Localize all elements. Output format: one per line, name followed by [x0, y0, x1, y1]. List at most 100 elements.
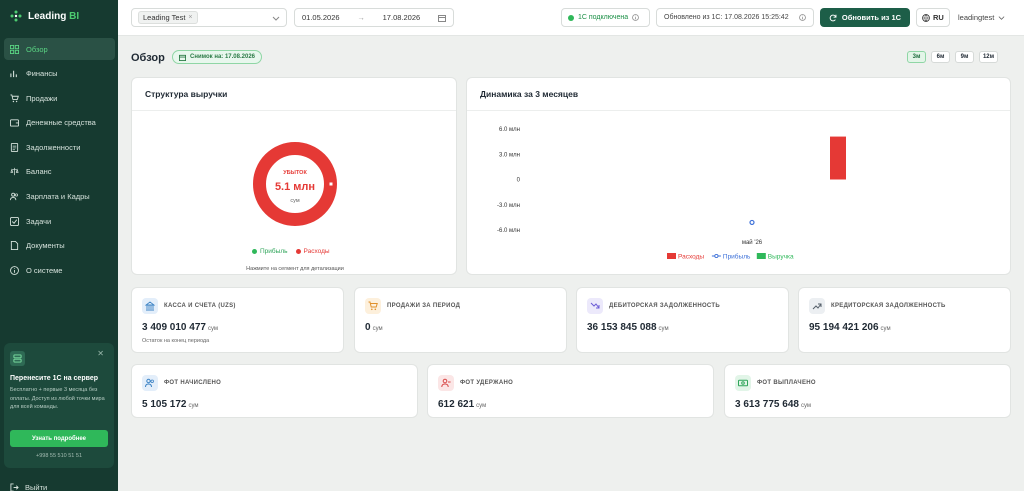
server-icon: [10, 351, 25, 366]
kpi-card-payroll-withheld[interactable]: ФОТ УДЕРЖАНО 612 621 сум: [427, 364, 714, 418]
topbar: Leading Test × 01.05.2026 → 17.08.2026 1…: [118, 0, 1024, 36]
sidebar-nav: Обзор Финансы Продажи Денежные средства …: [4, 38, 115, 284]
y-tick-label: 3.0 млн: [499, 152, 520, 158]
period-6m-button[interactable]: 6м: [931, 51, 950, 63]
promo-phone[interactable]: +998 55 510 51 51: [4, 453, 114, 459]
remove-icon[interactable]: ×: [188, 14, 192, 21]
sidebar: Leading BI Обзор Финансы Продажи Денежны…: [0, 0, 118, 491]
point-прибыль[interactable]: [749, 219, 755, 226]
y-tick-label: 0: [517, 178, 521, 184]
arrow-right-icon: →: [357, 13, 365, 22]
sidebar-item-tasks[interactable]: Задачи: [4, 210, 115, 232]
legend-swatch: [667, 253, 676, 259]
refresh-label: Обновить из 1С: [841, 13, 902, 22]
kpi-value: 612 621 сум: [438, 399, 487, 410]
sidebar-item-cash[interactable]: Денежные средства: [4, 112, 115, 134]
promo-text: Бесплатно + первые 3 месяца без оплаты. …: [10, 387, 105, 410]
legend-label[interactable]: Прибыль: [723, 253, 751, 261]
info-icon: [10, 265, 19, 275]
user-minus-icon: [438, 375, 454, 391]
date-to[interactable]: 17.08.2026: [383, 13, 421, 22]
kpi-subtitle: Остаток на конец периода: [142, 338, 210, 344]
x-tick-label: май '26: [742, 239, 763, 246]
kpi-card-receivables[interactable]: ДЕБИТОРСКАЯ ЗАДОЛЖЕННОСТЬ 36 153 845 088…: [576, 287, 789, 353]
language-switch[interactable]: RU: [916, 8, 950, 27]
scale-icon: [10, 168, 19, 176]
sidebar-item-label: Задолженности: [26, 142, 81, 152]
kpi-value: 3 613 775 648 сум: [735, 399, 812, 410]
kpi-title: ФОТ УДЕРЖАНО: [460, 380, 514, 386]
y-tick-label: -3.0 млн: [497, 203, 520, 209]
kpi-value: 5 105 172 сум: [142, 399, 199, 410]
page-title: Обзор: [131, 52, 165, 64]
close-icon[interactable]: ✕: [97, 349, 104, 358]
y-tick-label: 6.0 млн: [499, 127, 520, 133]
brand-name: Leading BI: [28, 10, 80, 22]
donut-center-unit: сум: [290, 198, 299, 204]
sidebar-item-balance[interactable]: Баланс: [4, 161, 115, 183]
grid-icon: [10, 44, 19, 54]
legend-label[interactable]: Выручка: [768, 254, 794, 261]
kpi-value: 36 153 845 088 сум: [587, 322, 669, 333]
sidebar-item-payroll[interactable]: Зарплата и Кадры: [4, 186, 115, 208]
date-from[interactable]: 01.05.2026: [302, 13, 340, 22]
sidebar-item-overview[interactable]: Обзор: [4, 38, 115, 60]
company-chip: Leading Test ×: [138, 11, 198, 24]
brand-logo[interactable]: Leading BI: [10, 10, 79, 22]
sidebar-item-finance[interactable]: Финансы: [4, 63, 115, 85]
info-icon[interactable]: [799, 14, 806, 21]
user-menu[interactable]: leadingtest: [958, 8, 1005, 27]
sidebar-item-label: Финансы: [26, 69, 58, 79]
logo-icon: [10, 10, 22, 22]
kpi-card-cash[interactable]: КАССА И СЧЕТА (UZS) 3 409 010 477 сум Ост…: [131, 287, 344, 353]
kpi-card-sales[interactable]: ПРОДАЖИ ЗА ПЕРИОД 0 сум: [354, 287, 567, 353]
cart-icon: [365, 298, 381, 314]
sidebar-item-documents[interactable]: Документы: [4, 235, 115, 257]
company-select[interactable]: Leading Test ×: [131, 8, 287, 27]
sidebar-item-label: Зарплата и Кадры: [26, 192, 90, 202]
sidebar-item-debts[interactable]: Задолженности: [4, 136, 115, 158]
status-dot: [568, 14, 574, 21]
donut-hint: Нажмите на сегмент для детализации: [246, 266, 344, 272]
card-title: Структура выручки: [132, 78, 456, 111]
period-3m-button[interactable]: 3м: [907, 51, 926, 63]
legend-label[interactable]: Расходы: [678, 254, 704, 261]
calendar-icon: [437, 14, 446, 22]
bank-icon: [142, 298, 158, 314]
language-label: RU: [933, 13, 944, 22]
learn-more-button[interactable]: Узнать подробнее: [10, 430, 108, 447]
logout-button[interactable]: Выйти: [10, 483, 47, 491]
logout-label: Выйти: [25, 483, 48, 491]
kpi-card-payroll-paid[interactable]: ФОТ ВЫПЛАЧЕНО 3 613 775 648 сум: [724, 364, 1011, 418]
last-update: Обновлено из 1С: 17.08.2026 15:25:42: [656, 8, 814, 27]
legend-dot: [295, 249, 301, 254]
kpi-card-payables[interactable]: КРЕДИТОРСКАЯ ЗАДОЛЖЕННОСТЬ 95 194 421 20…: [798, 287, 1011, 353]
chevron-down-icon: [272, 16, 280, 21]
username: leadingtest: [958, 13, 995, 22]
kpi-title: КАССА И СЧЕТА (UZS): [164, 303, 236, 309]
revenue-structure-card: Структура выручки УБЫТОК 5.1 млн сум При…: [131, 77, 457, 275]
period-9m-button[interactable]: 9м: [955, 51, 974, 63]
connection-status: 1С подключена: [561, 8, 650, 27]
promo-title: Перенесите 1С на сервер: [10, 375, 98, 382]
globe-icon: [922, 13, 930, 22]
cash-icon: [735, 375, 751, 391]
period-12m-button[interactable]: 12м: [979, 51, 998, 63]
bar-расходы[interactable]: [830, 136, 846, 180]
dynamics-bar-chart: 6.0 млн 3.0 млн 0 -3.0 млн -6.0 млн май '26 Ра…: [497, 127, 846, 261]
chevron-down-icon: [998, 16, 1005, 20]
file-icon: [10, 241, 19, 251]
period-switcher: 3м 6м 9м 12м: [907, 51, 998, 63]
date-range-picker[interactable]: 01.05.2026 → 17.08.2026: [294, 8, 454, 27]
trend-down-icon: [587, 298, 603, 314]
legend-item-expenses[interactable]: Расходы: [295, 248, 330, 255]
kpi-card-payroll-accrued[interactable]: ФОТ НАЧИСЛЕНО 5 105 172 сум: [131, 364, 418, 418]
refresh-from-1c-button[interactable]: Обновить из 1С: [820, 8, 910, 27]
info-icon[interactable]: [632, 14, 640, 21]
legend-item-profit[interactable]: Прибыль: [252, 248, 288, 255]
sidebar-item-about[interactable]: О системе: [4, 259, 115, 281]
sidebar-item-sales[interactable]: Продажи: [4, 87, 115, 109]
checkbox-icon: [10, 216, 19, 226]
kpi-title: ДЕБИТОРСКАЯ ЗАДОЛЖЕННОСТЬ: [609, 303, 720, 309]
legend-label: Расходы: [303, 248, 330, 255]
